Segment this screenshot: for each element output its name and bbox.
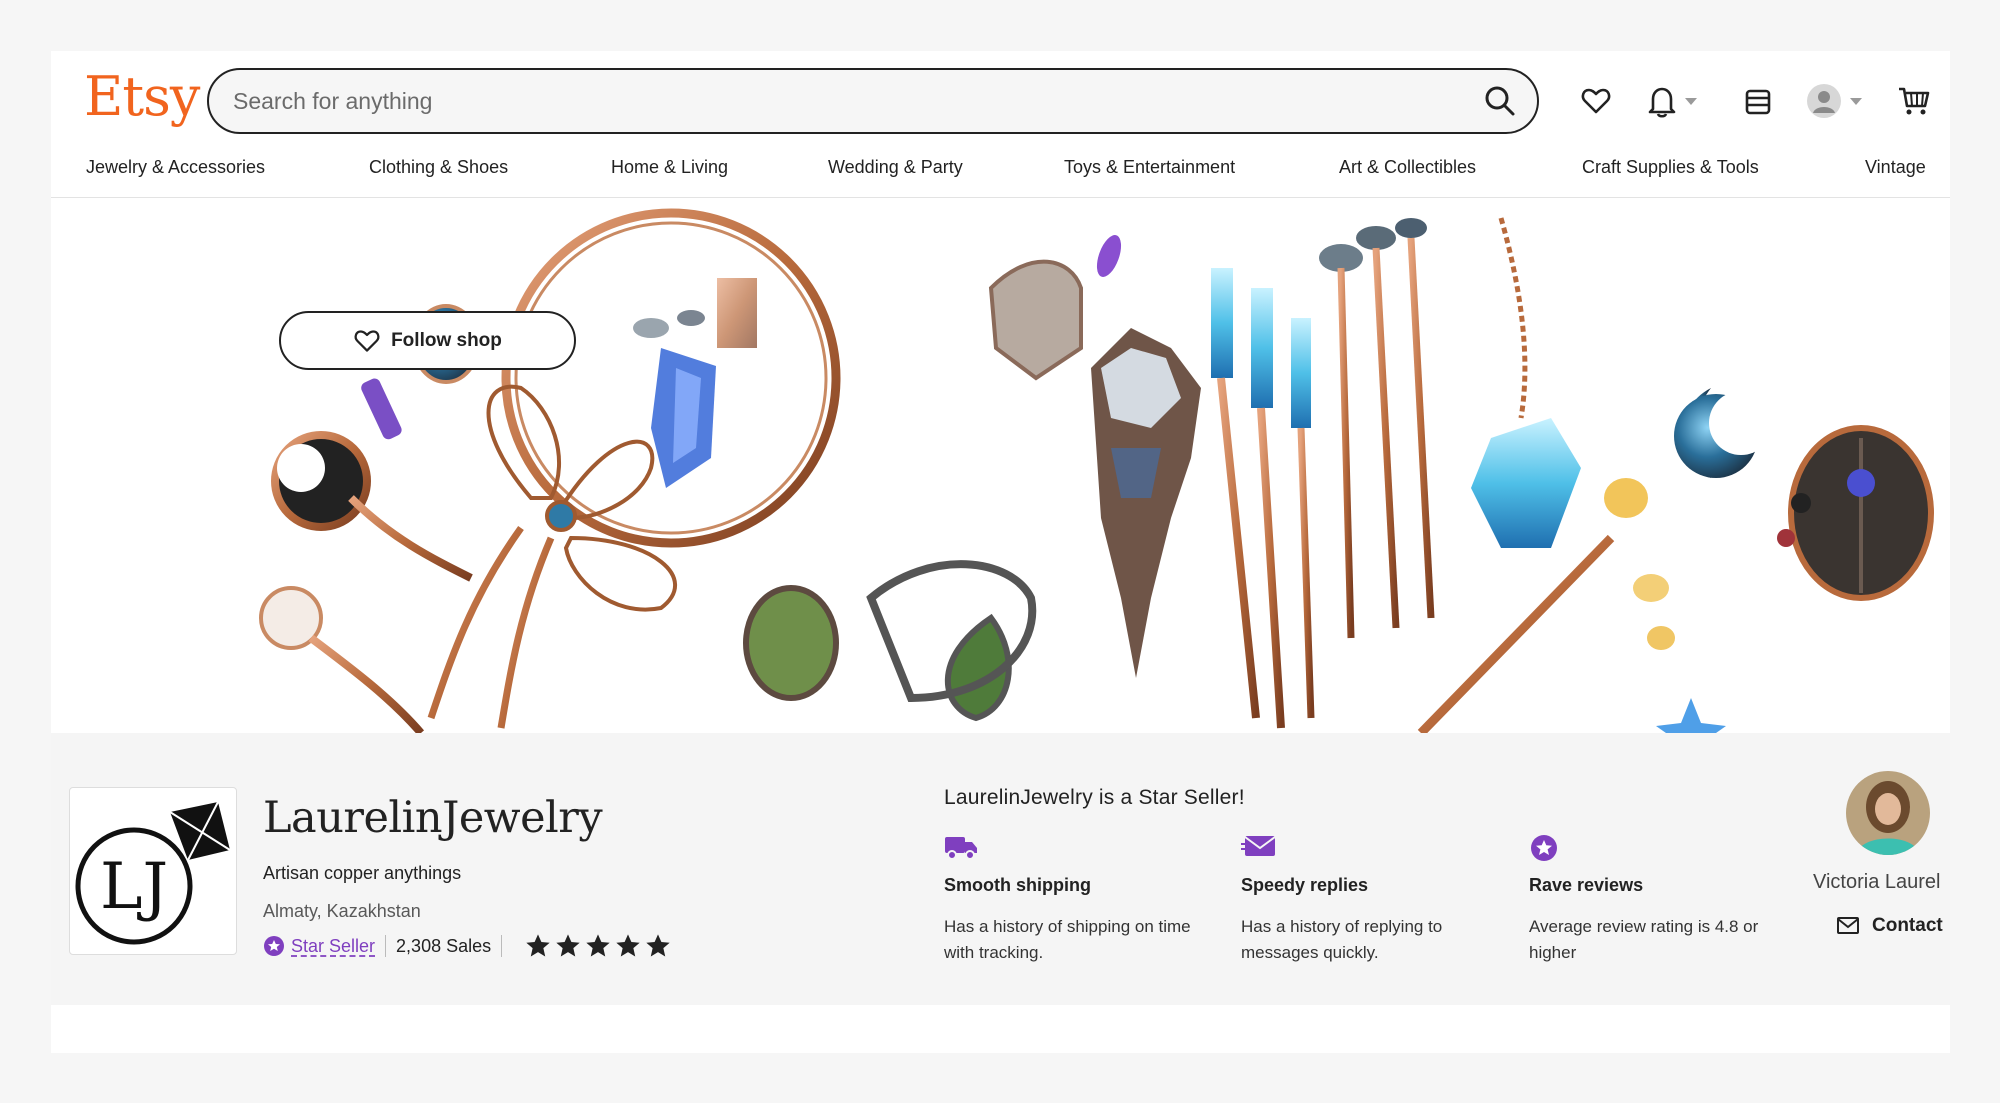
shop-banner-image [51, 198, 1950, 733]
svg-text:LJ: LJ [100, 850, 168, 924]
contact-label: Contact [1872, 915, 1943, 936]
shop-meta: Star Seller 2,308 Sales [263, 932, 672, 960]
star-seller-link[interactable]: Star Seller [291, 936, 375, 957]
contact-button[interactable]: Contact [1836, 915, 1943, 937]
cart-button[interactable] [1897, 83, 1931, 119]
category-craft-supplies-tools[interactable]: Craft Supplies & Tools [1582, 157, 1759, 178]
star-seller-badge-icon [264, 936, 284, 956]
shop-manager-button[interactable] [1742, 83, 1774, 119]
perk-description: Average review rating is 4.8 or higher [1529, 917, 1759, 962]
perk-title: Smooth shipping [944, 875, 1091, 895]
notifications-button[interactable] [1647, 83, 1697, 119]
chevron-down-icon [1685, 97, 1697, 105]
follow-shop-button[interactable]: Follow shop [279, 311, 576, 370]
perk-title: Speedy replies [1241, 875, 1369, 895]
category-vintage[interactable]: Vintage [1865, 157, 1926, 178]
star-badge-icon [1531, 835, 1557, 861]
perk-title: Rave reviews [1529, 875, 1644, 895]
shop-location: Almaty, Kazakhstan [263, 901, 421, 921]
shop-tagline: Artisan copper anythings [263, 863, 462, 883]
category-art-collectibles[interactable]: Art & Collectibles [1339, 157, 1476, 178]
category-nav: Jewelry & Accessories Clothing & Shoes H… [51, 157, 1950, 197]
follow-shop-label: Follow shop [391, 329, 502, 351]
truck-icon [945, 837, 977, 860]
mail-icon [1837, 917, 1859, 934]
perk-smooth-shipping: Smooth shipping Has a history of shippin… [944, 833, 1204, 966]
account-avatar-icon [1807, 84, 1841, 118]
shop-name: LaurelinJewelry [263, 793, 603, 843]
chevron-down-icon [1850, 97, 1862, 105]
perk-speedy-replies: Speedy replies Has a history of replying… [1241, 833, 1501, 966]
category-clothing-shoes[interactable]: Clothing & Shoes [369, 157, 508, 178]
divider [501, 935, 503, 957]
search-input[interactable] [233, 84, 1433, 118]
star-icon [586, 934, 610, 957]
envelope-icon [1241, 836, 1276, 856]
sales-count: 2,308 Sales [396, 935, 492, 956]
perk-description: Has a history of replying to messages qu… [1241, 917, 1443, 962]
owner-avatar[interactable] [1846, 771, 1930, 855]
shop-info-section: LJ LaurelinJewelry Artisan copper anythi… [51, 733, 1950, 1005]
star-icon [526, 934, 550, 957]
perk-description: Has a history of shipping on time with t… [944, 917, 1191, 962]
account-menu-button[interactable] [1806, 83, 1862, 119]
star-icon [616, 934, 640, 957]
etsy-logo[interactable]: Etsy [84, 65, 200, 128]
star-rating[interactable] [524, 932, 672, 960]
perk-rave-reviews: Rave reviews Average review rating is 4.… [1529, 833, 1789, 966]
favorites-button[interactable] [1580, 83, 1612, 119]
shop-manager-icon [1745, 89, 1771, 115]
search-icon [1485, 86, 1515, 116]
category-home-living[interactable]: Home & Living [611, 157, 728, 178]
star-icon [646, 934, 670, 957]
star-seller-heading: LaurelinJewelry is a Star Seller! [944, 786, 1245, 809]
site-header: Etsy Search for anything Jewelry & Acces… [51, 51, 1950, 198]
category-toys-entertainment[interactable]: Toys & Entertainment [1064, 157, 1235, 178]
owner-name[interactable]: Victoria Laurel [1813, 871, 1940, 894]
heart-icon [354, 329, 380, 352]
category-wedding-party[interactable]: Wedding & Party [828, 157, 963, 178]
star-icon [556, 934, 580, 957]
shop-logo: LJ [69, 787, 237, 955]
shop-page: Etsy Search for anything Jewelry & Acces… [51, 51, 1950, 1053]
cart-icon [1899, 87, 1930, 115]
search-bar [207, 68, 1539, 134]
heart-icon [1581, 88, 1611, 114]
category-jewelry-accessories[interactable]: Jewelry & Accessories [86, 157, 265, 178]
bell-icon [1648, 87, 1676, 118]
search-button[interactable] [1481, 82, 1519, 120]
divider [385, 935, 387, 957]
